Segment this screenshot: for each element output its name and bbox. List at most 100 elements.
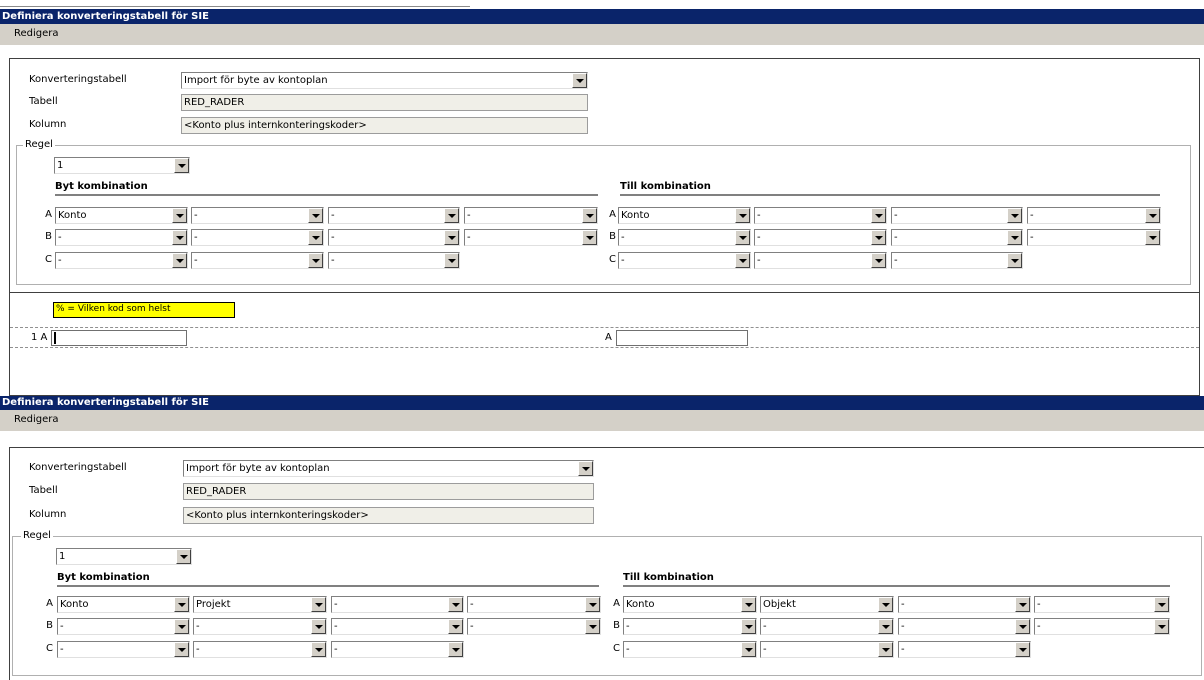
till-a-2-select[interactable]: - <box>754 207 887 224</box>
till-a-4-select[interactable]: - <box>1027 207 1161 224</box>
till-b-4-select[interactable]: - <box>1034 618 1170 635</box>
chevron-down-icon[interactable] <box>1154 619 1169 634</box>
chevron-down-icon[interactable] <box>585 597 600 612</box>
chevron-down-icon[interactable] <box>735 230 750 245</box>
byt-c-1-select[interactable]: - <box>55 252 188 269</box>
chevron-down-icon[interactable] <box>582 208 597 223</box>
chevron-down-icon[interactable] <box>308 208 323 223</box>
chevron-down-icon[interactable] <box>1007 230 1022 245</box>
byt-value-input[interactable] <box>51 330 187 346</box>
till-c-2-select[interactable]: - <box>754 252 887 269</box>
byt-b-2-select[interactable]: - <box>191 229 324 246</box>
byt-c-2-select[interactable]: - <box>191 252 324 269</box>
till-c-1-select[interactable]: - <box>618 252 751 269</box>
till-c-3-select[interactable]: - <box>898 641 1031 658</box>
chevron-down-icon[interactable] <box>448 642 463 657</box>
chevron-down-icon[interactable] <box>172 253 187 268</box>
chevron-down-icon[interactable] <box>308 230 323 245</box>
till-c-3-select[interactable]: - <box>891 252 1023 269</box>
byt-a-2-select[interactable]: Projekt <box>193 596 327 613</box>
chevron-down-icon[interactable] <box>572 73 587 88</box>
chevron-down-icon[interactable] <box>1015 619 1030 634</box>
konverteringstabell-select[interactable]: Import för byte av kontoplan <box>181 72 588 89</box>
chevron-down-icon[interactable] <box>1145 230 1160 245</box>
menu-redigera[interactable]: Redigera <box>14 414 59 425</box>
chevron-down-icon[interactable] <box>174 158 189 173</box>
till-b-2-select[interactable]: - <box>760 618 894 635</box>
chevron-down-icon[interactable] <box>308 253 323 268</box>
chevron-down-icon[interactable] <box>1154 597 1169 612</box>
byt-b-3-select[interactable]: - <box>331 618 464 635</box>
chevron-down-icon[interactable] <box>1015 642 1030 657</box>
till-value-input[interactable] <box>616 330 748 346</box>
chevron-down-icon[interactable] <box>176 549 191 564</box>
till-c-1-select[interactable]: - <box>623 641 757 658</box>
byt-c-3-select[interactable]: - <box>331 641 464 658</box>
byt-b-3-select[interactable]: - <box>328 229 460 246</box>
till-b-3-select[interactable]: - <box>898 618 1031 635</box>
byt-b-1-select[interactable]: - <box>57 618 190 635</box>
byt-b-1-select[interactable]: - <box>55 229 188 246</box>
regel-select[interactable]: 1 <box>56 548 192 565</box>
till-a-4-select[interactable]: - <box>1034 596 1170 613</box>
chevron-down-icon[interactable] <box>448 597 463 612</box>
till-a-3-select[interactable]: - <box>898 596 1031 613</box>
byt-a-1-select[interactable]: Konto <box>55 207 188 224</box>
chevron-down-icon[interactable] <box>174 597 189 612</box>
chevron-down-icon[interactable] <box>311 597 326 612</box>
till-b-1-select[interactable]: - <box>623 618 757 635</box>
chevron-down-icon[interactable] <box>1145 208 1160 223</box>
chevron-down-icon[interactable] <box>585 619 600 634</box>
chevron-down-icon[interactable] <box>741 619 756 634</box>
byt-a-1-select[interactable]: Konto <box>57 596 190 613</box>
chevron-down-icon[interactable] <box>174 619 189 634</box>
chevron-down-icon[interactable] <box>1015 597 1030 612</box>
chevron-down-icon[interactable] <box>735 253 750 268</box>
chevron-down-icon[interactable] <box>582 230 597 245</box>
chevron-down-icon[interactable] <box>871 230 886 245</box>
konverteringstabell-select[interactable]: Import för byte av kontoplan <box>183 460 594 477</box>
till-a-1-select[interactable]: Konto <box>618 207 751 224</box>
chevron-down-icon[interactable] <box>311 642 326 657</box>
chevron-down-icon[interactable] <box>578 461 593 476</box>
chevron-down-icon[interactable] <box>871 253 886 268</box>
till-c-2-select[interactable]: - <box>760 641 894 658</box>
till-a-1-select[interactable]: Konto <box>623 596 757 613</box>
chevron-down-icon[interactable] <box>878 642 893 657</box>
chevron-down-icon[interactable] <box>444 230 459 245</box>
chevron-down-icon[interactable] <box>878 597 893 612</box>
till-a-3-select[interactable]: - <box>891 207 1023 224</box>
byt-b-4-select[interactable]: - <box>464 229 598 246</box>
chevron-down-icon[interactable] <box>172 230 187 245</box>
chevron-down-icon[interactable] <box>444 208 459 223</box>
byt-c-1-select[interactable]: - <box>57 641 190 658</box>
chevron-down-icon[interactable] <box>871 208 886 223</box>
chevron-down-icon[interactable] <box>174 642 189 657</box>
menu-redigera[interactable]: Redigera <box>14 28 59 39</box>
till-b-4-select[interactable]: - <box>1027 229 1161 246</box>
chevron-down-icon[interactable] <box>172 208 187 223</box>
byt-c-2-select[interactable]: - <box>193 641 327 658</box>
till-b-3-select[interactable]: - <box>891 229 1023 246</box>
byt-c-3-select[interactable]: - <box>328 252 460 269</box>
chevron-down-icon[interactable] <box>448 619 463 634</box>
byt-b-4-select[interactable]: - <box>467 618 601 635</box>
byt-a-3-select[interactable]: - <box>331 596 464 613</box>
regel-select[interactable]: 1 <box>54 157 190 174</box>
byt-a-4-select[interactable]: - <box>464 207 598 224</box>
chevron-down-icon[interactable] <box>311 619 326 634</box>
chevron-down-icon[interactable] <box>741 597 756 612</box>
chevron-down-icon[interactable] <box>878 619 893 634</box>
till-b-2-select[interactable]: - <box>754 229 887 246</box>
till-a-2-select[interactable]: Objekt <box>760 596 894 613</box>
chevron-down-icon[interactable] <box>444 253 459 268</box>
byt-a-2-select[interactable]: - <box>191 207 324 224</box>
chevron-down-icon[interactable] <box>741 642 756 657</box>
byt-b-2-select[interactable]: - <box>193 618 327 635</box>
till-b-1-select[interactable]: - <box>618 229 751 246</box>
byt-a-4-select[interactable]: - <box>467 596 601 613</box>
chevron-down-icon[interactable] <box>1007 253 1022 268</box>
chevron-down-icon[interactable] <box>735 208 750 223</box>
chevron-down-icon[interactable] <box>1007 208 1022 223</box>
byt-a-3-select[interactable]: - <box>328 207 460 224</box>
